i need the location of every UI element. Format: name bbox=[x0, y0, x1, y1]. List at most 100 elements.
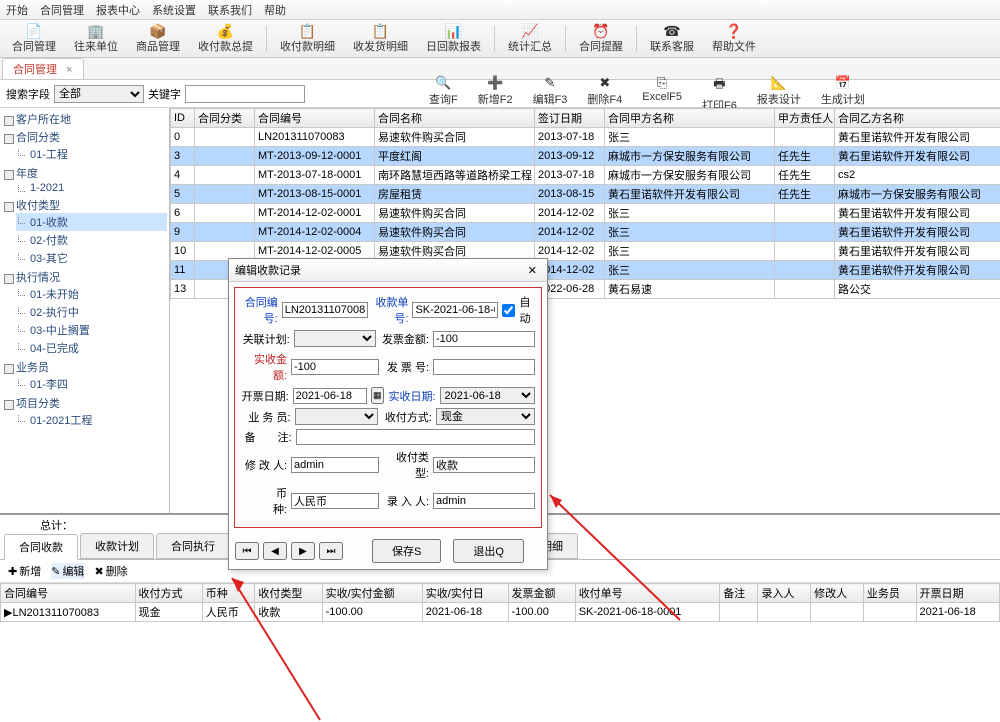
inv-amt-input[interactable] bbox=[433, 331, 535, 347]
col-header[interactable]: 合同分类 bbox=[195, 109, 255, 128]
menu-help[interactable]: 帮助 bbox=[264, 2, 286, 18]
detail-col-header[interactable]: 修改人 bbox=[811, 584, 864, 603]
save-button[interactable]: 保存S bbox=[372, 539, 441, 563]
toolbar-收付款明细[interactable]: 📋收付款明细 bbox=[272, 22, 343, 56]
detail-col-header[interactable]: 收付类型 bbox=[255, 584, 322, 603]
action-查询F[interactable]: 🔍查询F bbox=[429, 75, 458, 113]
detail-col-header[interactable]: 收付方式 bbox=[135, 584, 202, 603]
menu-contract[interactable]: 合同管理 bbox=[40, 2, 84, 18]
col-header[interactable]: 合同名称 bbox=[375, 109, 535, 128]
real-amt-input[interactable] bbox=[291, 359, 379, 375]
table-row[interactable]: 5MT-2013-08-15-0001房屋租赁2013-08-15黄石里诺软件开… bbox=[171, 185, 1000, 204]
tree-leaf[interactable]: 04-已完成 bbox=[16, 339, 167, 357]
detail-col-header[interactable]: 录入人 bbox=[758, 584, 811, 603]
detail-col-header[interactable]: 开票日期 bbox=[916, 584, 999, 603]
tree-leaf[interactable]: 03-中止搁置 bbox=[16, 321, 167, 339]
plan-select[interactable] bbox=[294, 330, 377, 347]
toolbar-收发货明细[interactable]: 📋收发货明细 bbox=[345, 22, 416, 56]
action-删除F4[interactable]: ✖删除F4 bbox=[587, 75, 622, 113]
tree-leaf[interactable]: 02-执行中 bbox=[16, 303, 167, 321]
detail-col-header[interactable]: 业务员 bbox=[863, 584, 916, 603]
col-header[interactable]: 合同编号 bbox=[255, 109, 375, 128]
tab-contract-mgmt[interactable]: 合同管理 × bbox=[2, 58, 84, 79]
staff-select[interactable] bbox=[295, 408, 379, 425]
tree-node[interactable]: 年度1-2021 bbox=[2, 164, 167, 196]
inv-no-input[interactable] bbox=[433, 359, 535, 375]
contract-no-input[interactable] bbox=[282, 302, 368, 318]
tree-node[interactable]: 执行情况01-未开始02-执行中03-中止搁置04-已完成 bbox=[2, 268, 167, 358]
real-date-select[interactable]: 2021-06-18 bbox=[440, 387, 536, 404]
toolbar-收付款总提[interactable]: 💰收付款总提 bbox=[190, 22, 261, 56]
in-input[interactable] bbox=[433, 493, 535, 509]
toolbar-日回款报表[interactable]: 📊日回款报表 bbox=[418, 22, 489, 56]
menu-settings[interactable]: 系统设置 bbox=[152, 2, 196, 18]
tree-node[interactable]: 客户所在地 bbox=[2, 110, 167, 128]
mod-input[interactable] bbox=[291, 457, 379, 473]
tree-leaf[interactable]: 01-收款 bbox=[16, 213, 167, 231]
menu-start[interactable]: 开始 bbox=[6, 2, 28, 18]
detail-col-header[interactable]: 收付单号 bbox=[575, 584, 720, 603]
dialog-close-icon[interactable]: ✕ bbox=[524, 264, 541, 277]
way-select[interactable]: 现金 bbox=[436, 408, 535, 425]
sub-action-删除[interactable]: ✖ 删除 bbox=[94, 563, 127, 579]
detail-col-header[interactable]: 合同编号 bbox=[1, 584, 136, 603]
quit-button[interactable]: 退出Q bbox=[453, 539, 524, 563]
nav-prev-icon[interactable]: ◀ bbox=[263, 542, 287, 560]
detail-col-header[interactable]: 币种 bbox=[202, 584, 255, 603]
action-报表设计[interactable]: 📐报表设计 bbox=[757, 75, 801, 113]
table-row[interactable]: 9MT-2014-12-02-0004易速软件购买合同2014-12-02张三黄… bbox=[171, 223, 1000, 242]
col-header[interactable]: ID bbox=[171, 109, 195, 128]
toolbar-联系客服[interactable]: ☎联系客服 bbox=[642, 22, 702, 56]
detail-col-header[interactable]: 实收/实付日 bbox=[422, 584, 508, 603]
col-header[interactable]: 签订日期 bbox=[535, 109, 605, 128]
action-新增F2[interactable]: ➕新增F2 bbox=[478, 75, 513, 113]
menu-contact[interactable]: 联系我们 bbox=[208, 2, 252, 18]
nav-first-icon[interactable]: ⏮ bbox=[235, 542, 259, 560]
bill-date-picker-icon[interactable]: ▦ bbox=[371, 387, 384, 404]
detail-col-header[interactable]: 实收/实付金额 bbox=[322, 584, 422, 603]
tree-leaf[interactable]: 01-工程 bbox=[16, 145, 167, 163]
action-打印F6[interactable]: 🖶打印F6 bbox=[702, 75, 737, 113]
menu-report[interactable]: 报表中心 bbox=[96, 2, 140, 18]
sub-action-新增[interactable]: ✚ 新增 bbox=[8, 563, 41, 579]
toolbar-往来单位[interactable]: 🏢往来单位 bbox=[66, 22, 126, 56]
detail-grid[interactable]: 合同编号收付方式币种收付类型实收/实付金额实收/实付日发票金额收付单号备注录入人… bbox=[0, 583, 1000, 622]
tree-leaf[interactable]: 1-2021 bbox=[16, 181, 167, 195]
category-tree[interactable]: 客户所在地合同分类01-工程年度1-2021收付类型01-收款02-付款03-其… bbox=[0, 108, 170, 513]
type-input[interactable] bbox=[433, 457, 535, 473]
tree-node[interactable]: 合同分类01-工程 bbox=[2, 128, 167, 164]
search-field-select[interactable]: 全部 bbox=[54, 85, 144, 103]
tree-leaf[interactable]: 01-未开始 bbox=[16, 285, 167, 303]
detail-col-header[interactable]: 发票金额 bbox=[508, 584, 575, 603]
tree-leaf[interactable]: 01-2021工程 bbox=[16, 411, 167, 429]
table-row[interactable]: 4MT-2013-07-18-0001南环路慧垣西路等道路桥梁工程2013-07… bbox=[171, 166, 1000, 185]
table-row[interactable]: 0LN201311070083易速软件购买合同2013-07-18张三黄石里诺软… bbox=[171, 128, 1000, 147]
tree-leaf[interactable]: 02-付款 bbox=[16, 231, 167, 249]
col-header[interactable]: 合同乙方名称 bbox=[835, 109, 1000, 128]
action-ExcelF5[interactable]: ⎘ExcelF5 bbox=[642, 75, 682, 113]
detail-tab[interactable]: 合同执行 bbox=[156, 533, 230, 559]
memo-input[interactable] bbox=[296, 429, 535, 445]
detail-col-header[interactable]: 备注 bbox=[720, 584, 758, 603]
cur-input[interactable] bbox=[291, 493, 379, 509]
nav-next-icon[interactable]: ▶ bbox=[291, 542, 315, 560]
tree-node[interactable]: 收付类型01-收款02-付款03-其它 bbox=[2, 196, 167, 268]
keyword-input[interactable] bbox=[185, 85, 305, 103]
detail-row[interactable]: ▶LN201311070083现金人民币收款-100.002021-06-18-… bbox=[1, 603, 1000, 622]
tree-node[interactable]: 项目分类01-2021工程 bbox=[2, 394, 167, 430]
receipt-no-input[interactable] bbox=[412, 302, 498, 318]
tree-leaf[interactable]: 03-其它 bbox=[16, 249, 167, 267]
bill-date-input[interactable] bbox=[293, 388, 367, 404]
action-生成计划[interactable]: 📅生成计划 bbox=[821, 75, 865, 113]
toolbar-商品管理[interactable]: 📦商品管理 bbox=[128, 22, 188, 56]
action-编辑F3[interactable]: ✎编辑F3 bbox=[533, 75, 568, 113]
toolbar-帮助文件[interactable]: ❓帮助文件 bbox=[704, 22, 764, 56]
tree-leaf[interactable]: 01-李四 bbox=[16, 375, 167, 393]
nav-last-icon[interactable]: ⏭ bbox=[319, 542, 343, 560]
detail-tab[interactable]: 合同收款 bbox=[4, 534, 78, 560]
toolbar-合同提醒[interactable]: ⏰合同提醒 bbox=[571, 22, 631, 56]
table-row[interactable]: 3MT-2013-09-12-0001平度红阁2013-09-12麻城市一方保安… bbox=[171, 147, 1000, 166]
col-header[interactable]: 甲方责任人 bbox=[775, 109, 835, 128]
close-icon[interactable]: × bbox=[66, 64, 72, 76]
col-header[interactable]: 合同甲方名称 bbox=[605, 109, 775, 128]
